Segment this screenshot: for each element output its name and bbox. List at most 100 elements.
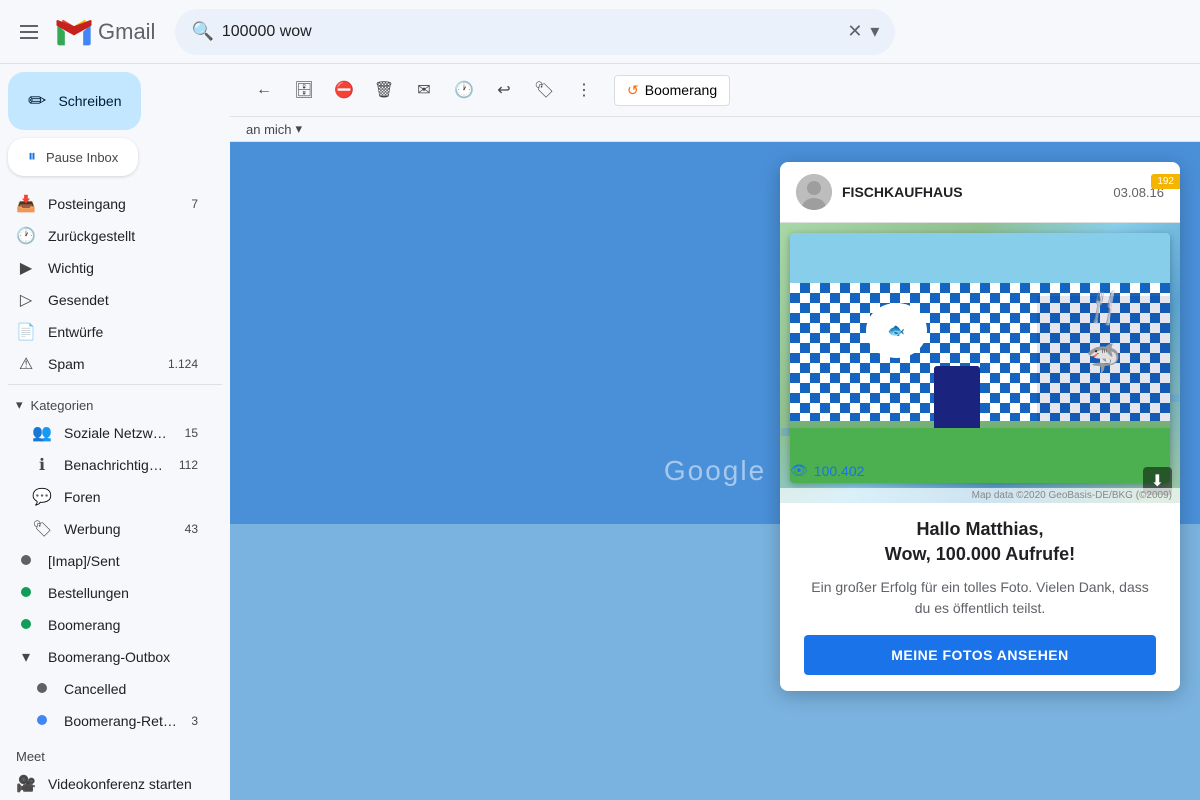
- map-area: 🐟 🍴 🦈 ⬇ Map data ©2020 GeoBasis-DE/BKG (…: [780, 223, 1180, 503]
- more-button[interactable]: ⋮: [566, 72, 602, 108]
- view-count: 👁 100.402: [790, 462, 864, 479]
- pause-inbox-button[interactable]: ⏸ Pause Inbox: [8, 138, 138, 176]
- sidebar-item-entwuerfe[interactable]: 📄 Entwürfe: [0, 316, 214, 348]
- search-input[interactable]: [222, 23, 839, 41]
- boomerang-folder-icon: [16, 616, 36, 634]
- back-icon: ←: [256, 81, 272, 99]
- returned-folder-icon: [32, 712, 52, 730]
- sidebar-item-count: 3: [191, 714, 198, 728]
- filter-row: an mich ▾: [230, 117, 1200, 142]
- card-content: Hallo Matthias, Wow, 100.000 Aufrufe! Ei…: [780, 503, 1180, 691]
- sidebar-item-soziale[interactable]: 👥 Soziale Netzwerke 15: [0, 417, 214, 449]
- sidebar-item-bestellungen[interactable]: Bestellungen: [0, 577, 214, 609]
- folder-green-icon: [16, 584, 36, 602]
- card-greeting: Hallo Matthias,: [804, 519, 1156, 540]
- sender-avatar: [796, 174, 832, 210]
- card-sender-name: FISCHKAUFHAUS: [842, 184, 1103, 200]
- sidebar-item-label: [Imap]/Sent: [48, 553, 198, 569]
- drafts-icon: 📄: [16, 322, 36, 342]
- sidebar-item-count: 7: [191, 197, 198, 211]
- promo-icon: 🏷: [32, 519, 52, 539]
- sidebar-item-label: Werbung: [64, 521, 173, 537]
- mark-icon: ✉: [417, 80, 430, 100]
- compose-label: Schreiben: [58, 93, 121, 109]
- folder-icon: [16, 552, 36, 570]
- map-credits: Map data ©2020 GeoBasis-DE/BKG (©2009): [780, 488, 1180, 503]
- building-bg: 🐟 🍴 🦈: [790, 233, 1170, 483]
- eye-icon: 👁: [790, 462, 808, 479]
- sidebar-item-boomerang-outbox[interactable]: ▾ Boomerang-Outbox: [0, 641, 214, 673]
- move-button[interactable]: ↩: [486, 72, 522, 108]
- filter-label: an mich: [246, 122, 292, 137]
- sidebar-item-label: Entwürfe: [48, 324, 198, 340]
- toolbar: ← 🗄 ⛔ 🗑 ✉ 🕐 ↩ 🏷 ⋮: [230, 64, 1200, 117]
- sidebar-item-label: Foren: [64, 489, 198, 505]
- boomerang-button[interactable]: ↺ Boomerang: [614, 75, 730, 106]
- label-button[interactable]: 🏷: [526, 72, 562, 108]
- sidebar-item-benach[interactable]: ℹ Benachrichtigu... 112: [0, 449, 214, 481]
- clear-search-icon[interactable]: ✕: [847, 21, 862, 42]
- fish-logo: 🐟: [866, 303, 927, 358]
- sidebar-item-label: Boomerang-Outbox: [48, 649, 198, 665]
- card-headline: Wow, 100.000 Aufrufe!: [804, 544, 1156, 565]
- sidebar-item-foren[interactable]: 💬 Foren: [0, 481, 214, 513]
- spam-icon: ⚠: [16, 354, 36, 374]
- sidebar-item-label: Videokonferenz starten: [48, 776, 198, 792]
- pause-inbox-label: Pause Inbox: [46, 150, 118, 165]
- filter-dropdown-icon[interactable]: ▾: [296, 121, 303, 137]
- archive-icon: 🗄: [294, 80, 314, 100]
- sidebar-item-gesendet[interactable]: ▷ Gesendet: [0, 284, 214, 316]
- google-watermark: Google: [664, 455, 766, 487]
- search-icon[interactable]: 🔍: [191, 21, 213, 42]
- snoozed-icon: 🕐: [16, 226, 36, 246]
- sidebar-item-boomerang-returned[interactable]: Boomerang-Returned 3: [0, 705, 214, 737]
- report-button[interactable]: ⛔: [326, 72, 362, 108]
- back-button[interactable]: ←: [246, 72, 282, 108]
- sidebar-item-label: Zurückgestellt: [48, 228, 198, 244]
- search-bar[interactable]: 🔍 ✕ ▾: [175, 9, 895, 55]
- gmail-logo: Gmail: [54, 12, 155, 52]
- meet-section-title: Meet: [0, 737, 230, 768]
- gmail-logo-svg: [54, 12, 94, 52]
- notification-icon: ℹ: [32, 455, 52, 475]
- sidebar-item-count: 15: [185, 426, 198, 440]
- card-header: FISCHKAUFHAUS 03.08.16 192: [780, 162, 1180, 223]
- sidebar-item-cancelled[interactable]: Cancelled: [0, 673, 214, 705]
- sidebar-item-boomerang[interactable]: Boomerang: [0, 609, 214, 641]
- delete-button[interactable]: 🗑: [366, 72, 402, 108]
- pause-icon: ⏸: [28, 148, 36, 166]
- forums-icon: 💬: [32, 487, 52, 507]
- compose-plus-icon: ✏: [28, 88, 46, 114]
- sidebar-item-zurueckgestellt[interactable]: 🕐 Zurückgestellt: [0, 220, 214, 252]
- hamburger-menu[interactable]: [16, 21, 42, 43]
- snooze-button[interactable]: 🕐: [446, 72, 482, 108]
- top-bar: Gmail 🔍 ✕ ▾: [0, 0, 1200, 64]
- label-icon: 🏷: [534, 80, 554, 100]
- sidebar-item-label: Posteingang: [48, 196, 179, 212]
- sidebar-item-imap-sent[interactable]: [Imap]/Sent: [0, 545, 214, 577]
- building-image: 🐟 🍴 🦈: [790, 233, 1170, 483]
- sidebar-item-label: Benachrichtigu...: [64, 457, 167, 473]
- search-dropdown-icon[interactable]: ▾: [870, 21, 879, 42]
- sidebar-item-posteingang[interactable]: 📥 Posteingang 7: [0, 188, 214, 220]
- sidebar-item-label: Soziale Netzwerke: [64, 425, 173, 441]
- archive-button[interactable]: 🗄: [286, 72, 322, 108]
- sidebar-category-header[interactable]: ▾ Kategorien: [0, 389, 230, 417]
- sidebar-item-label: Boomerang-Returned: [64, 713, 179, 729]
- expand-icon: ▾: [16, 397, 23, 413]
- delete-icon: 🗑: [374, 80, 394, 100]
- sidebar-item-spam[interactable]: ⚠ Spam 1.124: [0, 348, 214, 380]
- social-icon: 👥: [32, 423, 52, 443]
- badge-number: 192: [1157, 176, 1174, 187]
- compose-button[interactable]: ✏ Schreiben: [8, 72, 141, 130]
- cta-button[interactable]: MEINE FOTOS ANSEHEN: [804, 635, 1156, 675]
- sidebar-item-video[interactable]: 🎥 Videokonferenz starten: [0, 768, 214, 800]
- sidebar-item-wichtig[interactable]: ▶ Wichtig: [0, 252, 214, 284]
- starred-icon: ▶: [16, 258, 36, 278]
- mark-button[interactable]: ✉: [406, 72, 442, 108]
- expand-icon: ▾: [16, 647, 36, 667]
- sidebar-item-werbung[interactable]: 🏷 Werbung 43: [0, 513, 214, 545]
- inbox-icon: 📥: [16, 194, 36, 214]
- sidebar-item-label: Boomerang: [48, 617, 198, 633]
- sidebar-item-count: 1.124: [168, 357, 198, 371]
